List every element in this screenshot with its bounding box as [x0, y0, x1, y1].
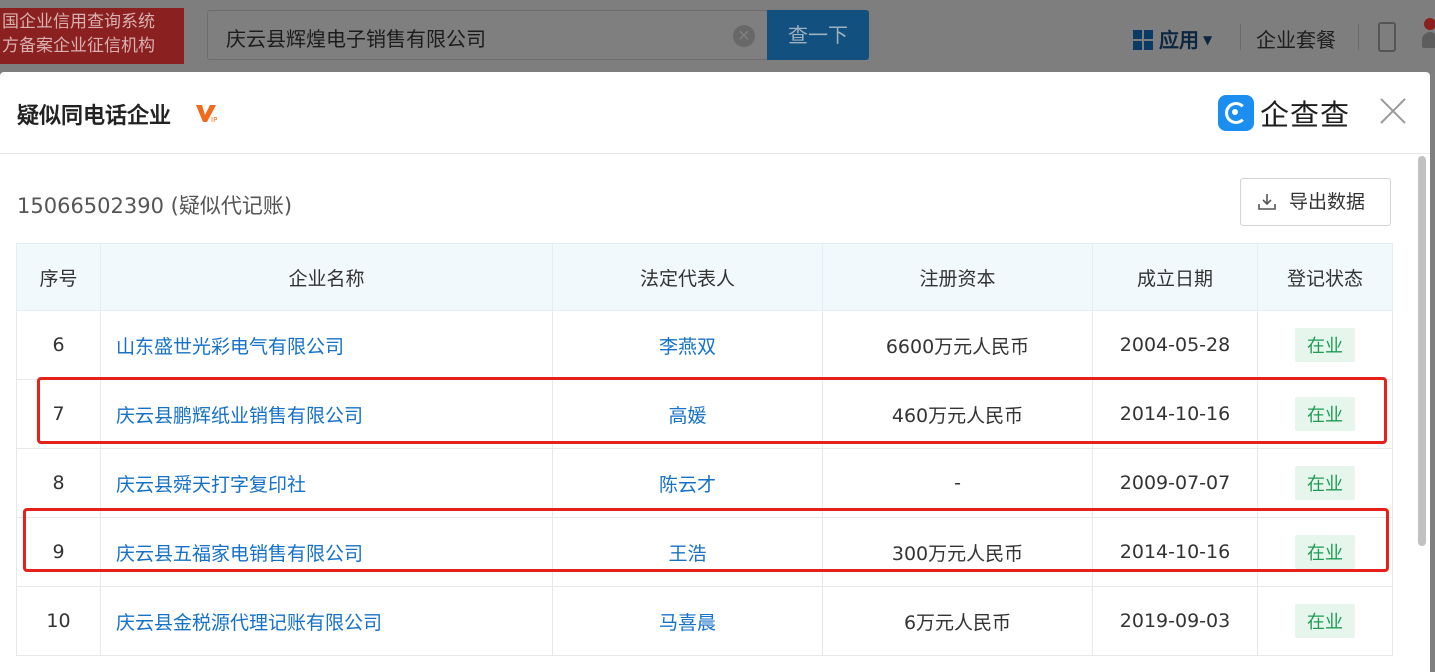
- status-badge: 在业: [1295, 604, 1355, 638]
- table-header-row: 序号 企业名称 法定代表人 注册资本 成立日期 登记状态: [16, 243, 1393, 311]
- legal-rep-link[interactable]: 李燕双: [552, 310, 823, 380]
- scrollbar[interactable]: [1418, 156, 1426, 546]
- legal-rep-link[interactable]: 马喜晨: [552, 586, 823, 656]
- bell-icon: [1422, 32, 1435, 48]
- top-bar: 国企业信用查询系统 方备案企业征信机构 庆云县辉煌电子销售有限公司 ✕ 查一下 …: [0, 0, 1435, 72]
- status-badge: 在业: [1295, 328, 1355, 362]
- col-header-status: 登记状态: [1257, 243, 1393, 311]
- notification-dot: [1424, 18, 1435, 30]
- status-cell: 在业: [1257, 310, 1393, 380]
- apps-grid-icon: [1133, 30, 1153, 50]
- company-name-link[interactable]: 山东盛世光彩电气有限公司: [100, 310, 553, 380]
- table-row: 6 山东盛世光彩电气有限公司 李燕双 6600万元人民币 2004-05-28 …: [16, 310, 1393, 380]
- search-button[interactable]: 查一下: [767, 10, 869, 60]
- status-badge: 在业: [1295, 466, 1355, 500]
- company-name-link[interactable]: 庆云县金税源代理记账有限公司: [100, 586, 553, 656]
- col-header-legal-rep: 法定代表人: [552, 243, 823, 311]
- col-header-name: 企业名称: [100, 243, 553, 311]
- founding-date: 2019-09-03: [1092, 586, 1258, 656]
- divider: [1240, 24, 1241, 50]
- row-index: 6: [16, 310, 101, 380]
- table-row: 10 庆云县金税源代理记账有限公司 马喜晨 6万元人民币 2019-09-03 …: [16, 586, 1393, 656]
- caret-down-icon: ▼: [1203, 33, 1213, 47]
- registered-capital: 6600万元人民币: [822, 310, 1093, 380]
- brand-line-2: 方备案企业征信机构: [2, 36, 155, 56]
- clear-icon[interactable]: ✕: [733, 25, 755, 47]
- divider: [1358, 24, 1359, 50]
- brand-line-1: 国企业信用查询系统: [2, 12, 155, 32]
- founding-date: 2004-05-28: [1092, 310, 1258, 380]
- col-header-capital: 注册资本: [822, 243, 1093, 311]
- download-icon: [1258, 194, 1276, 210]
- suite-link[interactable]: 企业套餐: [1256, 24, 1336, 53]
- qichacha-logo-icon: [1218, 95, 1254, 131]
- mobile-icon[interactable]: [1378, 22, 1396, 52]
- apps-menu[interactable]: 应用 ▼: [1133, 24, 1212, 53]
- apps-label: 应用: [1159, 28, 1199, 52]
- row-index: 10: [16, 586, 101, 656]
- svg-text:IP: IP: [211, 116, 217, 124]
- modal-header: 疑似同电话企业 IP 企查查: [0, 72, 1430, 154]
- export-label: 导出数据: [1289, 191, 1366, 213]
- qichacha-logo: 企查查: [1218, 92, 1350, 132]
- status-cell: 在业: [1257, 586, 1393, 656]
- search-input[interactable]: 庆云县辉煌电子销售有限公司 ✕: [207, 10, 768, 60]
- modal-title: 疑似同电话企业: [17, 104, 172, 129]
- highlight-box-row-7: [37, 377, 1387, 444]
- highlight-box-row-9: [23, 508, 1389, 572]
- vip-icon: IP: [196, 105, 217, 124]
- notification-icon[interactable]: [1420, 18, 1435, 48]
- registered-capital: 6万元人民币: [822, 586, 1093, 656]
- logo-text: 企查查: [1260, 98, 1351, 132]
- export-data-button[interactable]: 导出数据: [1240, 178, 1391, 226]
- col-header-date: 成立日期: [1092, 243, 1258, 311]
- close-icon[interactable]: [1374, 92, 1412, 130]
- company-table: 序号 企业名称 法定代表人 注册资本 成立日期 登记状态 6 山东盛世光彩电气有…: [16, 243, 1393, 656]
- similar-phone-modal: 疑似同电话企业 IP 企查查 15066502390 (疑似代记账) 导出数据 …: [0, 72, 1430, 672]
- phone-number-label: 15066502390 (疑似代记账): [17, 194, 293, 218]
- search-query: 庆云县辉煌电子销售有限公司: [226, 27, 486, 51]
- col-header-index: 序号: [16, 243, 101, 311]
- brand-logo[interactable]: 国企业信用查询系统 方备案企业征信机构: [0, 8, 184, 64]
